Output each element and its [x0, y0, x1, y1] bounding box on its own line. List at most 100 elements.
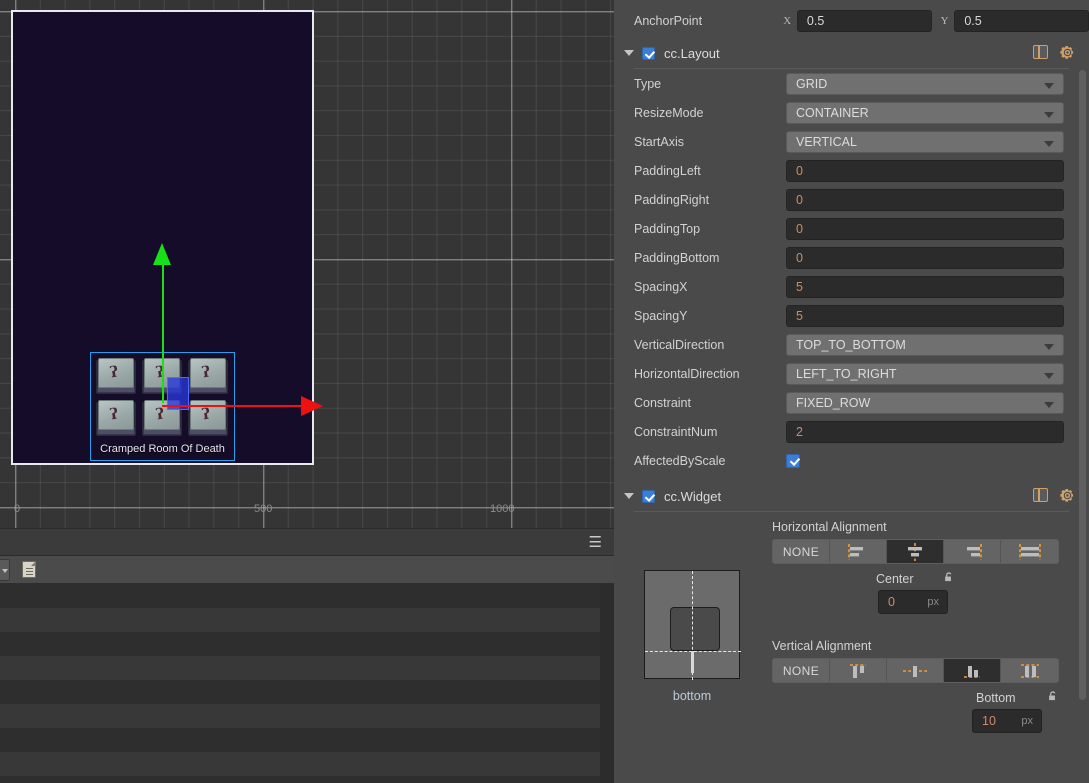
- scene-view[interactable]: 0 500 1000 ʔ ʔ ʔ ʔ ʔ ʔ Cramped Room Of D…: [0, 0, 614, 528]
- list-item[interactable]: [0, 584, 600, 608]
- list-item[interactable]: [0, 776, 600, 783]
- chevron-down-icon: [1044, 343, 1054, 350]
- align-middle-icon: [903, 665, 927, 677]
- chevron-down-icon: [1044, 140, 1054, 147]
- horizontal-field-label: Center: [876, 572, 914, 586]
- layout-prop-select[interactable]: TOP_TO_BOTTOM: [786, 333, 1064, 356]
- widget-enabled-checkbox[interactable]: [642, 489, 655, 503]
- node-label: Cramped Room Of Death: [100, 443, 225, 455]
- layout-prop-select[interactable]: FIXED_ROW: [786, 391, 1064, 414]
- horizontal-align-option-right[interactable]: [944, 540, 1001, 563]
- layout-prop-value: 5: [796, 279, 803, 294]
- vertical-align-option-none[interactable]: NONE: [773, 659, 830, 682]
- align-left-icon: [848, 543, 863, 560]
- menu-icon[interactable]: ☰: [589, 535, 602, 550]
- left-column: 0 500 1000 ʔ ʔ ʔ ʔ ʔ ʔ Cramped Room Of D…: [0, 0, 614, 783]
- file-icon[interactable]: [22, 561, 36, 578]
- unlock-icon[interactable]: [1048, 691, 1059, 701]
- list-item[interactable]: [0, 680, 600, 704]
- gear-icon[interactable]: [1060, 488, 1075, 503]
- layout-prop-value: LEFT_TO_RIGHT: [796, 366, 897, 381]
- layout-prop-row: ResizeMode CONTAINER: [614, 98, 1089, 127]
- layout-prop-row: Constraint FIXED_ROW: [614, 388, 1089, 417]
- layout-prop-select[interactable]: CONTAINER: [786, 101, 1064, 124]
- vertical-offset-value: 10: [982, 714, 996, 728]
- ruler-tick-1000: 1000: [490, 503, 515, 515]
- list-item[interactable]: [0, 752, 600, 776]
- layout-prop-row: VerticalDirection TOP_TO_BOTTOM: [614, 330, 1089, 359]
- horizontal-offset-value: 0: [888, 595, 895, 609]
- layout-prop-value: 0: [796, 250, 803, 265]
- vertical-alignment-group[interactable]: NONE: [772, 658, 1059, 683]
- anchorpoint-x-letter: X: [783, 15, 792, 27]
- layout-prop-value: GRID: [796, 76, 828, 91]
- horizontal-alignment-group[interactable]: NONE: [772, 539, 1059, 564]
- horizontal-align-option-stretch[interactable]: [1001, 540, 1058, 563]
- list-item[interactable]: [0, 656, 600, 680]
- layout-prop-value: VERTICAL: [796, 134, 857, 149]
- gear-icon[interactable]: [1060, 45, 1075, 60]
- layout-prop-input[interactable]: 2: [786, 420, 1064, 443]
- component-header-widget[interactable]: cc.Widget: [614, 481, 1089, 511]
- vertical-align-option-top[interactable]: [830, 659, 887, 682]
- list-item[interactable]: [0, 704, 600, 728]
- preview-bottom-marker-icon: [691, 651, 694, 673]
- component-header-layout[interactable]: cc.Layout: [614, 38, 1089, 68]
- gizmo-y-axis[interactable]: [161, 263, 164, 403]
- layout-prop-input[interactable]: 5: [786, 304, 1064, 327]
- layout-prop-input[interactable]: 0: [786, 188, 1064, 211]
- preview-caption: bottom: [672, 689, 712, 703]
- inspector-panel: AnchorPoint X 0.5 Y 0.5 cc.Layout Type G…: [614, 0, 1089, 783]
- list-item[interactable]: [0, 608, 600, 632]
- gizmo-y-arrow-icon[interactable]: [153, 243, 171, 265]
- layout-prop-input[interactable]: 0: [786, 217, 1064, 240]
- vertical-align-option-bottom[interactable]: [944, 659, 1001, 682]
- layout-prop-label: ResizeMode: [634, 105, 704, 120]
- card-sprite[interactable]: ʔ: [186, 356, 231, 397]
- layout-prop-value: TOP_TO_BOTTOM: [796, 337, 906, 352]
- horizontal-align-option-none[interactable]: NONE: [773, 540, 830, 563]
- chevron-down-icon: [1044, 372, 1054, 379]
- vertical-align-option-middle[interactable]: [887, 659, 944, 682]
- chevron-down-icon[interactable]: [0, 558, 10, 581]
- layout-prop-row: PaddingBottom 0: [614, 243, 1089, 272]
- align-right-icon: [967, 543, 982, 560]
- card-sprite[interactable]: ʔ: [94, 356, 139, 397]
- collapse-triangle-icon[interactable]: [624, 493, 634, 499]
- layout-prop-label: Type: [634, 76, 662, 91]
- book-icon[interactable]: [1033, 487, 1048, 502]
- vertical-alignment-caption: Vertical Alignment: [772, 639, 872, 653]
- anchorpoint-y-value: 0.5: [964, 14, 982, 28]
- layout-enabled-checkbox[interactable]: [642, 46, 655, 60]
- layout-prop-checkbox[interactable]: [786, 453, 800, 468]
- chevron-down-icon: [1044, 401, 1054, 408]
- layout-prop-input[interactable]: 0: [786, 159, 1064, 182]
- inspector-scrollbar[interactable]: [1079, 70, 1086, 700]
- layout-prop-select[interactable]: LEFT_TO_RIGHT: [786, 362, 1064, 385]
- vertical-offset-input[interactable]: 10 px: [972, 709, 1042, 733]
- layout-prop-label: Constraint: [634, 395, 691, 410]
- list-item[interactable]: [0, 728, 600, 752]
- anchorpoint-y-input[interactable]: 0.5: [954, 10, 1089, 32]
- gizmo-x-axis[interactable]: [162, 405, 303, 407]
- anchorpoint-x-input[interactable]: 0.5: [796, 10, 932, 32]
- layout-prop-input[interactable]: 0: [786, 246, 1064, 269]
- layout-prop-input[interactable]: 5: [786, 275, 1064, 298]
- horizontal-align-option-left[interactable]: [830, 540, 887, 563]
- card-rune-icon: ʔ: [108, 404, 120, 424]
- vertical-align-option-stretch[interactable]: [1001, 659, 1058, 682]
- book-icon[interactable]: [1033, 44, 1048, 59]
- list-item[interactable]: [0, 632, 600, 656]
- unlock-icon[interactable]: [944, 572, 955, 582]
- horizontal-offset-input[interactable]: 0 px: [878, 590, 948, 614]
- card-sprite[interactable]: ʔ: [94, 398, 139, 439]
- layout-prop-row: PaddingRight 0: [614, 185, 1089, 214]
- gizmo-x-arrow-icon[interactable]: [301, 396, 323, 416]
- layout-prop-select[interactable]: GRID: [786, 72, 1064, 95]
- collapse-triangle-icon[interactable]: [624, 50, 634, 56]
- list-area[interactable]: [0, 584, 614, 783]
- horizontal-align-option-center[interactable]: [887, 540, 944, 563]
- layout-prop-value: 0: [796, 221, 803, 236]
- align-stretch-icon: [1018, 543, 1041, 560]
- layout-prop-select[interactable]: VERTICAL: [786, 130, 1064, 153]
